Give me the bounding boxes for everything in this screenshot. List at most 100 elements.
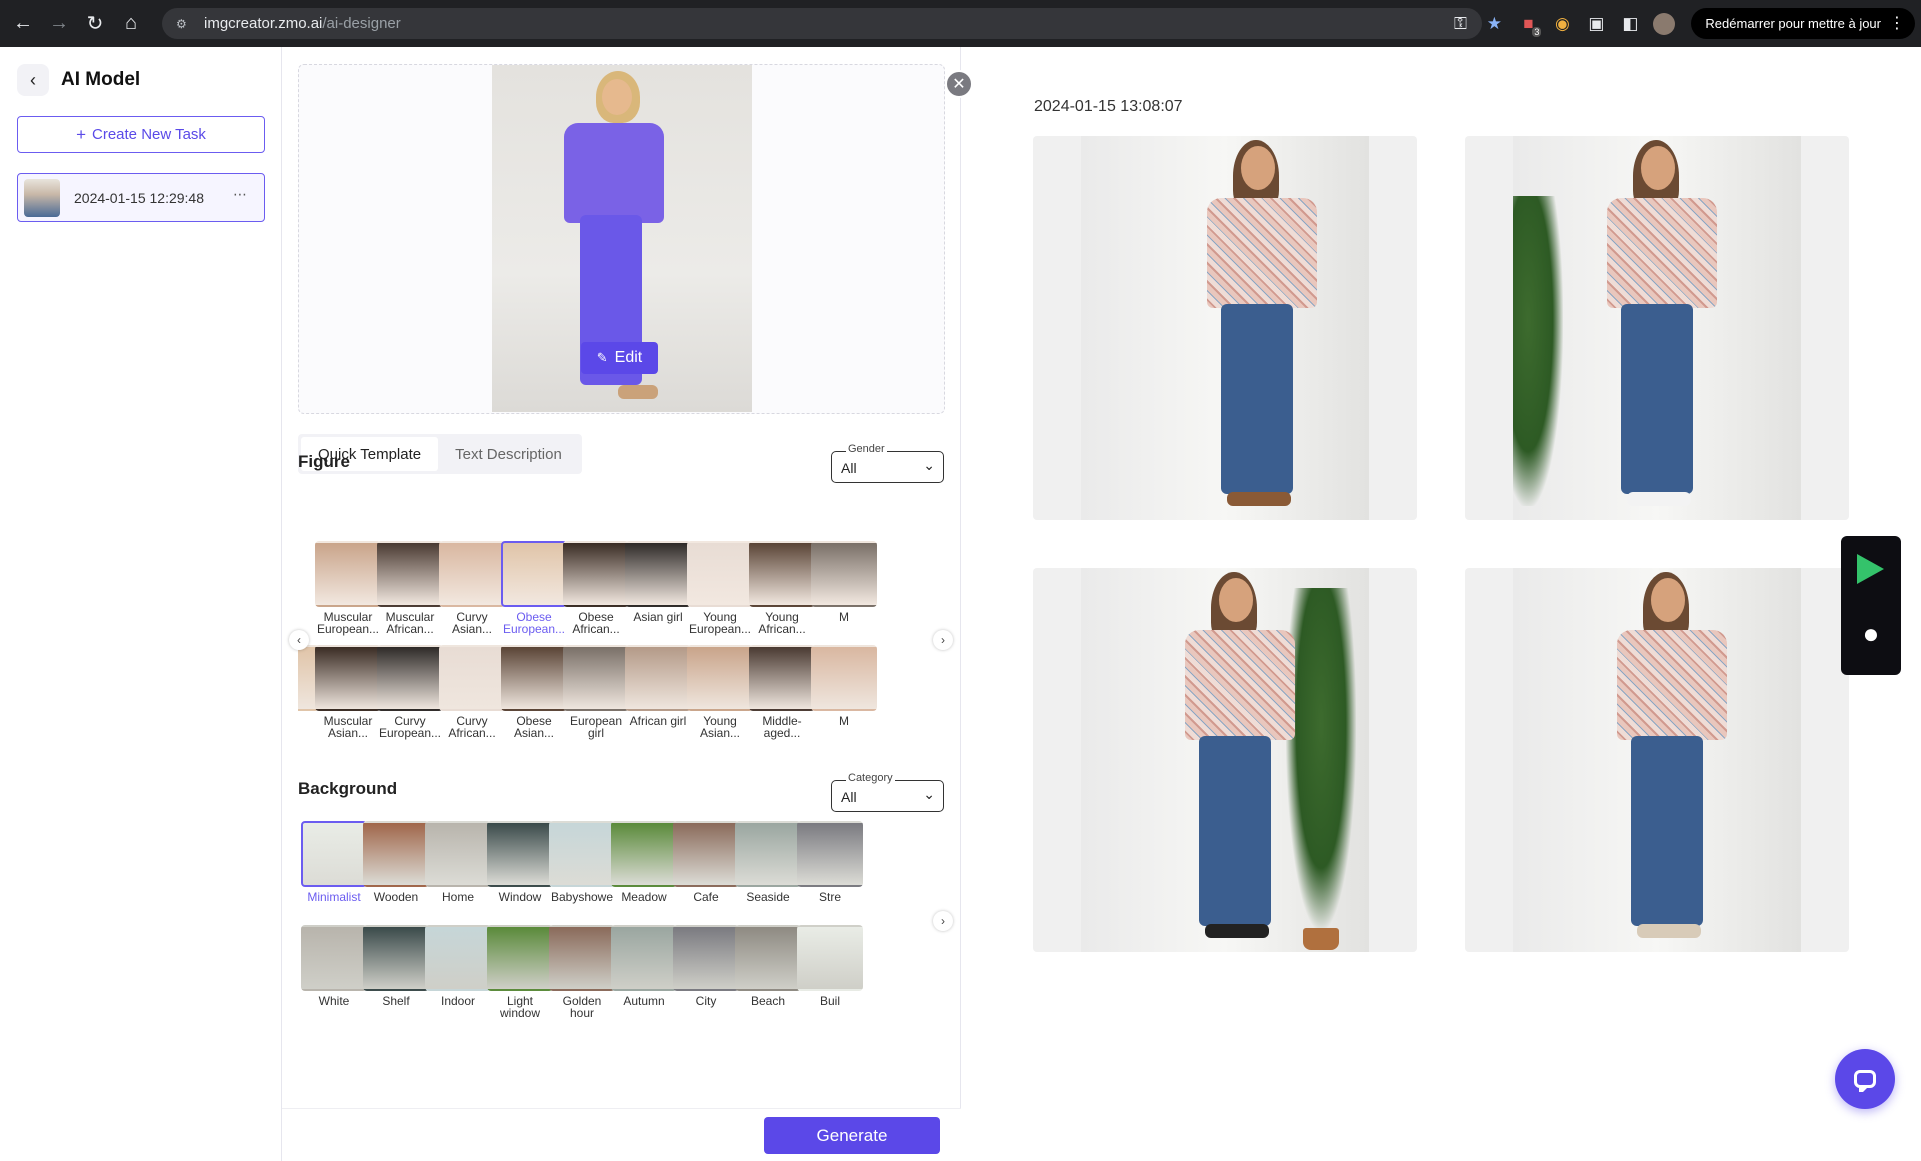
generate-button[interactable]: Generate <box>764 1117 940 1154</box>
figure-thumb-label: Muscular European... <box>316 610 380 636</box>
extension-badge-icon[interactable]: ■ 3 <box>1511 7 1545 41</box>
app-store-widget: ● <box>1841 536 1901 675</box>
figure-thumb[interactable]: M <box>811 645 877 727</box>
background-thumb-image <box>301 925 367 991</box>
kebab-menu-icon[interactable]: ⋮ <box>1889 13 1905 33</box>
background-thumb-image <box>673 925 739 991</box>
figure-thumb[interactable]: Obese African... <box>563 541 629 635</box>
figure-thumb-image <box>501 645 567 711</box>
background-thumb[interactable]: Golden hour <box>549 925 615 1019</box>
background-thumb[interactable]: Meadow <box>611 821 677 903</box>
figure-thumb-image <box>811 541 877 607</box>
figure-thumb[interactable]: Curvy Asian... <box>439 541 505 635</box>
site-info-icon[interactable]: ⚙ <box>176 17 190 31</box>
figure-thumb[interactable]: Young European... <box>687 541 753 635</box>
category-select[interactable]: Category All ⌄ <box>831 772 944 812</box>
chat-button[interactable] <box>1835 1049 1895 1109</box>
background-thumb[interactable]: Window <box>487 821 553 903</box>
model-upload-area[interactable]: ✎ Edit ✕ <box>298 64 973 414</box>
figure-thumb-image <box>749 541 815 607</box>
side-panel-icon[interactable]: ◧ <box>1613 7 1647 41</box>
figure-thumb[interactable]: European girl <box>563 645 629 739</box>
background-section-title: Background <box>298 779 398 798</box>
profile-avatar[interactable] <box>1653 12 1676 35</box>
result-image-2[interactable] <box>1465 136 1849 520</box>
browser-actions: ⚿ ★ ■ 3 ◉ ▣ ◧ Redémarrer pour mettre à jo… <box>1443 0 1921 47</box>
figure-thumb-label: Curvy African... <box>448 714 496 740</box>
figure-thumb-label: Muscular African... <box>385 610 435 636</box>
background-next-arrow-icon[interactable]: › <box>933 911 953 931</box>
editor-panel: ✎ Edit ✕ Quick Template Text Description… <box>282 47 973 1161</box>
figure-next-arrow-icon[interactable]: › <box>933 630 953 650</box>
background-thumb[interactable]: Seaside <box>735 821 801 903</box>
background-thumb[interactable]: Cafe <box>673 821 739 903</box>
background-thumb[interactable]: Indoor <box>425 925 491 1007</box>
figure-thumb[interactable]: Muscular European... <box>315 541 381 635</box>
background-thumb[interactable]: Buil <box>797 925 863 1007</box>
figure-thumb[interactable]: African girl <box>625 645 691 727</box>
background-thumb-label: Window <box>498 890 542 904</box>
background-thumb[interactable]: Light window <box>487 925 553 1019</box>
photo-head-shape <box>1219 578 1253 622</box>
background-thumb[interactable]: City <box>673 925 739 1007</box>
figure-thumb[interactable]: Asian girl <box>625 541 691 623</box>
background-thumb[interactable]: Stre <box>797 821 863 903</box>
figure-thumb[interactable]: Muscular African... <box>377 541 443 635</box>
reload-icon[interactable]: ↻ <box>77 6 113 42</box>
edit-image-button[interactable]: ✎ Edit <box>581 342 658 374</box>
figure-thumb-label: Muscular Asian... <box>323 714 373 740</box>
background-thumb[interactable]: Home <box>425 821 491 903</box>
home-icon[interactable]: ⌂ <box>113 6 149 42</box>
background-thumb-label: Buil <box>819 994 840 1008</box>
google-play-icon[interactable] <box>1857 554 1884 584</box>
restart-update-button[interactable]: Redémarrer pour mettre à jour ⋮ <box>1691 8 1915 39</box>
background-thumb[interactable]: Beach <box>735 925 801 1007</box>
address-bar[interactable]: ⚙ imgcreator.zmo.ai /ai-designer <box>162 8 1482 39</box>
figure-thumb-label: Obese European... <box>502 610 566 636</box>
background-thumb-label: White <box>318 994 350 1008</box>
result-image-1[interactable] <box>1033 136 1417 520</box>
result-image-3[interactable] <box>1033 568 1417 952</box>
result-photo <box>1081 136 1369 520</box>
background-thumb-label: Wooden <box>373 890 419 904</box>
task-list-item[interactable]: 2024-01-15 12:29:48 ⋯ <box>17 173 265 222</box>
tab-text-description[interactable]: Text Description <box>438 437 579 471</box>
plus-icon: + <box>76 124 86 144</box>
gender-select[interactable]: Gender All ⌄ <box>831 443 944 483</box>
create-new-task-button[interactable]: + Create New Task <box>17 116 265 153</box>
background-thumb[interactable]: White <box>301 925 367 1007</box>
figure-thumb[interactable]: Obese European... <box>501 541 567 635</box>
background-thumb-image <box>363 821 429 887</box>
back-chevron-icon[interactable]: ‹ <box>17 64 49 96</box>
figure-prev-arrow-icon[interactable]: ‹ <box>289 630 309 650</box>
figure-thumb[interactable]: M <box>811 541 877 623</box>
apple-icon[interactable]: ● <box>1841 618 1901 650</box>
background-thumb-label: Babyshowe <box>550 890 614 904</box>
extension-bowl-icon[interactable]: ◉ <box>1545 7 1579 41</box>
figure-thumb[interactable]: Young African... <box>749 541 815 635</box>
figure-thumb[interactable]: Obese Asian... <box>501 645 567 739</box>
figure-thumb[interactable]: Muscular Asian... <box>315 645 381 739</box>
forward-arrow-icon[interactable]: → <box>41 6 77 42</box>
back-arrow-icon[interactable]: ← <box>5 6 41 42</box>
background-thumb[interactable]: Babyshowe <box>549 821 615 903</box>
background-thumb[interactable]: Autumn <box>611 925 677 1007</box>
extensions-puzzle-icon[interactable]: ▣ <box>1579 7 1613 41</box>
background-thumb[interactable]: Minimalist <box>301 821 367 903</box>
close-icon[interactable]: ✕ <box>945 70 973 98</box>
figure-thumb[interactable]: Young Asian... <box>687 645 753 739</box>
photo-head-shape <box>1651 578 1685 622</box>
result-image-4[interactable] <box>1465 568 1849 952</box>
more-options-icon[interactable]: ⋯ <box>233 186 248 203</box>
figure-thumb[interactable]: Curvy European... <box>377 645 443 739</box>
figure-thumb[interactable]: Curvy African... <box>439 645 505 739</box>
background-thumb[interactable]: Wooden <box>363 821 429 903</box>
background-thumb-image <box>611 821 677 887</box>
figure-thumb-label: Obese African... <box>572 610 620 636</box>
bookmark-star-icon[interactable]: ★ <box>1477 7 1511 41</box>
password-key-icon[interactable]: ⚿ <box>1443 7 1477 41</box>
figure-row-1: Muscular European... Muscular African... C… <box>298 541 945 647</box>
task-timestamp: 2024-01-15 12:29:48 <box>74 189 204 206</box>
figure-thumb[interactable]: Middle-aged... <box>749 645 815 739</box>
background-thumb[interactable]: Shelf <box>363 925 429 1007</box>
